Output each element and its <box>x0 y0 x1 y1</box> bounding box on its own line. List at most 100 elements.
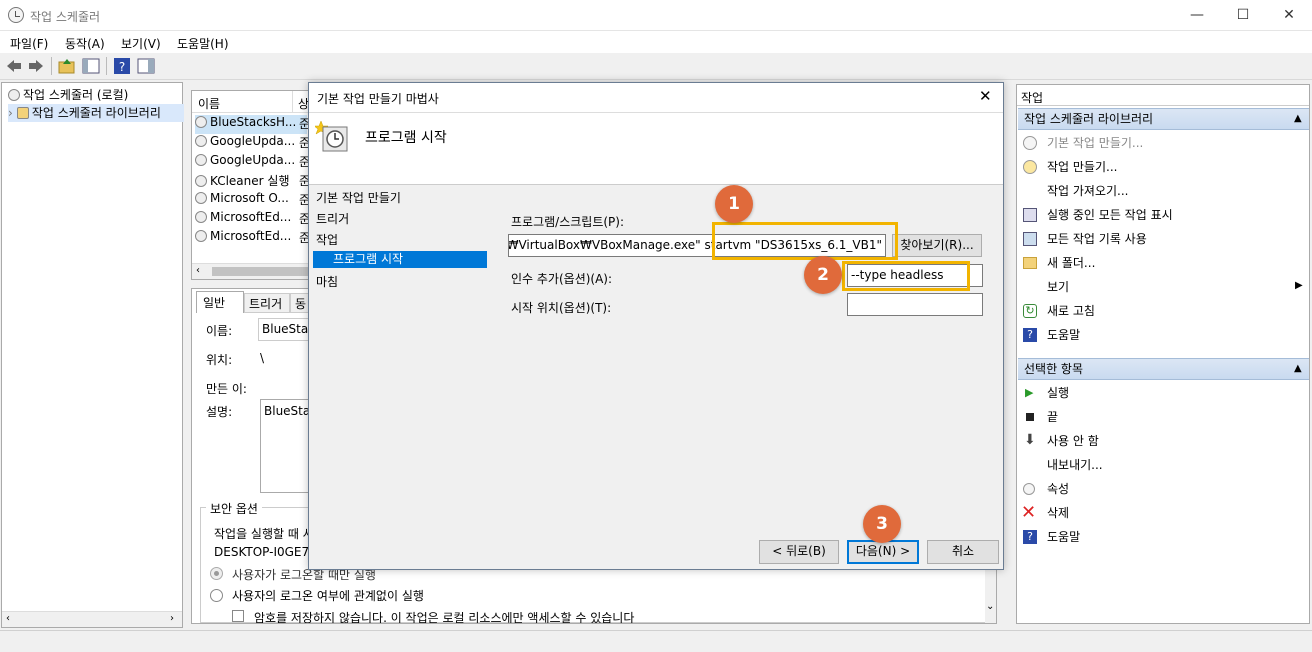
scroll-down-icon[interactable]: ⌄ <box>986 601 994 612</box>
close-button[interactable]: ✕ <box>1266 0 1312 31</box>
scroll-thumb[interactable] <box>212 267 308 276</box>
collapse-up-icon[interactable]: ▲ <box>1294 109 1302 129</box>
section-library[interactable]: 작업 스케줄러 라이브러리 ▲ <box>1018 108 1309 130</box>
action-enable-history[interactable]: 모든 작업 기록 사용 <box>1017 228 1309 252</box>
security-options-title: 보안 옵션 <box>206 500 262 517</box>
do-not-store-password-checkbox[interactable] <box>232 610 244 622</box>
table-row[interactable]: MicrosoftEd... 준 <box>195 210 308 229</box>
action-properties[interactable]: 속성 <box>1017 478 1309 502</box>
task-clock-icon <box>195 192 207 204</box>
table-row[interactable]: GoogleUpda... 준 <box>195 134 308 153</box>
wizard-heading: 프로그램 시작 <box>365 130 447 146</box>
action-delete[interactable]: ✕ 삭제 <box>1017 502 1309 526</box>
name-label: 이름: <box>206 324 233 338</box>
action-disable[interactable]: ⬇ 사용 안 함 <box>1017 430 1309 454</box>
table-row[interactable]: Microsoft O... 준 <box>195 191 308 210</box>
description-label: 설명: <box>206 405 233 419</box>
action-end[interactable]: 끝 <box>1017 406 1309 430</box>
table-row[interactable]: BlueStacksH... 준 <box>195 115 308 134</box>
action-export[interactable]: 내보내기... <box>1017 454 1309 478</box>
action-import-task[interactable]: 작업 가져오기... <box>1017 180 1309 204</box>
back-arrow-icon[interactable] <box>5 57 23 75</box>
action-view[interactable]: 보기 ▶ <box>1017 276 1309 300</box>
properties-icon <box>1023 483 1035 495</box>
help-icon[interactable]: ? <box>113 57 131 75</box>
tab-triggers[interactable]: 트리거 <box>244 293 290 313</box>
browse-button[interactable]: 찾아보기(R)... <box>892 234 982 257</box>
action-help[interactable]: ? 도움말 <box>1017 324 1309 348</box>
forward-arrow-icon[interactable] <box>27 57 45 75</box>
maximize-button[interactable]: ☐ <box>1220 0 1266 31</box>
action-create-task[interactable]: 작업 만들기... <box>1017 156 1309 180</box>
help-icon: ? <box>1023 530 1037 544</box>
tree-root-label: 작업 스케줄러 (로컬) <box>23 88 129 102</box>
step-trigger[interactable]: 트리거 <box>316 210 349 227</box>
cancel-button[interactable]: 취소 <box>927 540 999 564</box>
create-basic-task-icon <box>1023 136 1037 150</box>
table-row[interactable]: GoogleUpda... 준 <box>195 153 308 172</box>
wizard-title-bar: 기본 작업 만들기 마법사 ✕ <box>309 83 1003 113</box>
action-create-basic-task[interactable]: 기본 작업 만들기... <box>1017 132 1309 156</box>
show-action-pane-icon[interactable] <box>137 57 155 75</box>
run-icon: ▶ <box>1025 386 1034 399</box>
menu-view[interactable]: 보기(V) <box>121 35 161 52</box>
column-name[interactable]: 이름 <box>198 95 220 112</box>
tree-library-label: 작업 스케줄러 라이브러리 <box>31 106 161 120</box>
tab-actions[interactable]: 동 <box>290 293 310 313</box>
start-in-label: 시작 위치(옵션)(T): <box>511 301 612 315</box>
wizard-close-icon[interactable]: ✕ <box>979 87 992 105</box>
step-create-basic-task[interactable]: 기본 작업 만들기 <box>316 189 401 206</box>
next-button[interactable]: 다음(N) > <box>847 540 919 564</box>
radio-logon-only[interactable] <box>210 567 223 580</box>
task-clock-icon <box>195 230 207 242</box>
menu-file[interactable]: 파일(F) <box>10 35 48 52</box>
horizontal-scrollbar[interactable]: ‹ › <box>2 611 182 627</box>
running-tasks-icon <box>1023 208 1037 222</box>
actions-header: 작업 <box>1021 91 1044 105</box>
show-hide-tree-icon[interactable] <box>82 57 100 75</box>
back-button[interactable]: < 뒤로(B) <box>759 540 839 564</box>
up-folder-icon[interactable] <box>58 57 76 75</box>
menu-action[interactable]: 동작(A) <box>65 35 105 52</box>
scroll-right-icon[interactable]: › <box>170 613 174 624</box>
table-row[interactable]: KCleaner 실행 준 <box>195 172 308 191</box>
wizard-header: 프로그램 시작 <box>309 113 1003 185</box>
start-in-input[interactable] <box>847 293 983 316</box>
scroll-left-icon[interactable]: ‹ <box>6 613 10 624</box>
tab-general[interactable]: 일반 <box>196 291 244 313</box>
section-library-label: 작업 스케줄러 라이브러리 <box>1024 112 1154 126</box>
action-display-running[interactable]: 실행 중인 모든 작업 표시 <box>1017 204 1309 228</box>
task-clock-icon <box>195 116 207 128</box>
action-help-selected[interactable]: ? 도움말 <box>1017 526 1309 550</box>
action-run[interactable]: ▶ 실행 <box>1017 382 1309 406</box>
task-name: KCleaner 실행 <box>210 174 290 188</box>
step-action[interactable]: 작업 <box>316 231 338 248</box>
chevron-right-icon[interactable]: › <box>8 106 13 120</box>
collapse-up-icon[interactable]: ▲ <box>1294 359 1302 379</box>
section-selected-item[interactable]: 선택한 항목 ▲ <box>1018 358 1309 380</box>
author-label: 만든 이: <box>206 382 247 396</box>
radio-run-whether-logged-on[interactable] <box>210 589 223 602</box>
callout-3: 3 <box>863 505 901 543</box>
tree-library[interactable]: › 작업 스케줄러 라이브러리 <box>8 104 184 122</box>
toolbar: ? <box>0 53 1312 80</box>
step-start-program[interactable]: 프로그램 시작 <box>313 251 487 268</box>
action-label: 작업 가져오기... <box>1047 184 1129 198</box>
step-finish[interactable]: 마침 <box>316 273 338 290</box>
action-label: 도움말 <box>1047 530 1081 544</box>
menu-help[interactable]: 도움말(H) <box>177 35 229 52</box>
action-new-folder[interactable]: 새 폴더... <box>1017 252 1309 276</box>
list-horizontal-scrollbar[interactable]: ‹ <box>192 263 308 279</box>
action-label: 삭제 <box>1047 506 1070 520</box>
action-label: 도움말 <box>1047 328 1081 342</box>
minimize-button[interactable]: — <box>1174 0 1220 31</box>
scroll-left-icon[interactable]: ‹ <box>196 265 200 276</box>
task-name: BlueStacksH... <box>210 115 297 129</box>
action-label: 사용 안 함 <box>1047 434 1099 448</box>
action-label: 새 폴더... <box>1047 256 1096 270</box>
console-tree: 작업 스케줄러 (로컬) › 작업 스케줄러 라이브러리 ‹ › <box>1 82 184 628</box>
action-refresh[interactable]: ↻ 새로 고침 <box>1017 300 1309 324</box>
task-name: MicrosoftEd... <box>210 210 292 224</box>
tree-root[interactable]: 작업 스케줄러 (로컬) <box>8 86 128 104</box>
table-row[interactable]: MicrosoftEd... 준 <box>195 229 308 248</box>
